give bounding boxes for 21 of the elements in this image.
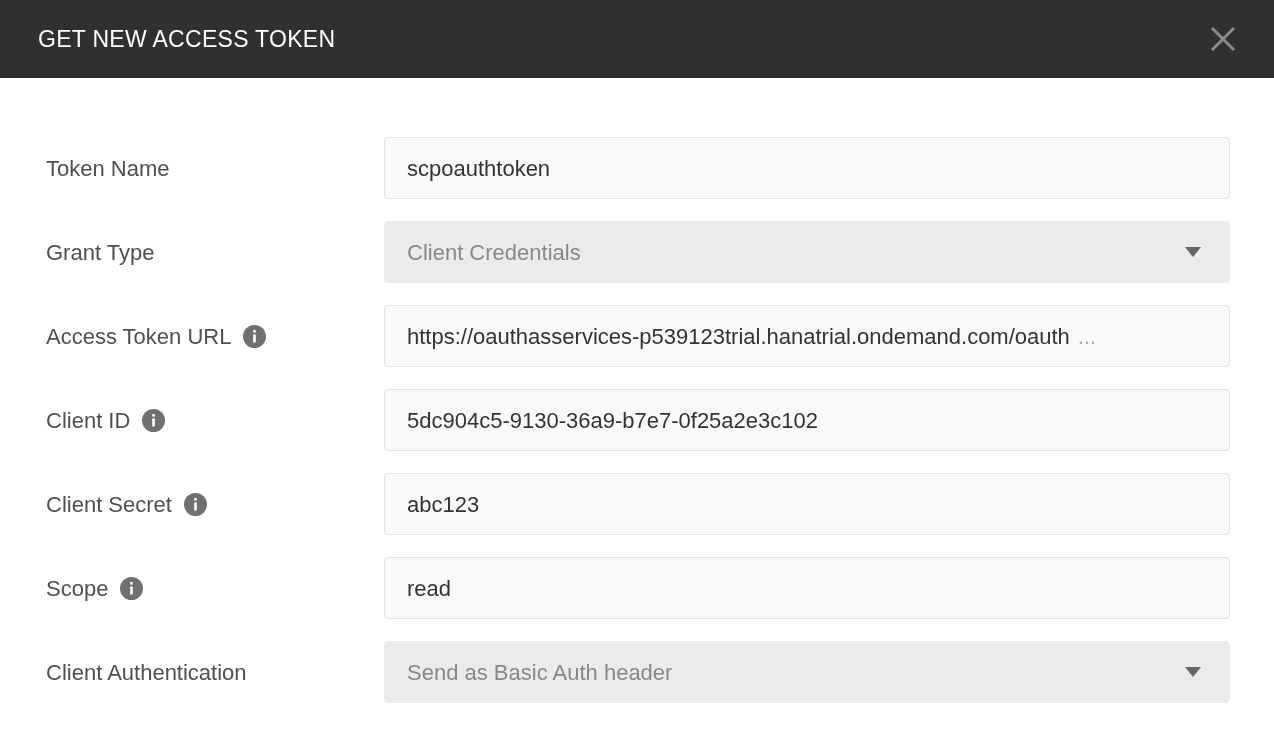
field-label: Token Name xyxy=(46,154,170,183)
field-label: Scope xyxy=(46,574,109,603)
dialog-title: GET NEW ACCESS TOKEN xyxy=(38,24,336,54)
input-field[interactable]: 5dc904c5-9130-36a9-b7e7-0f25a2e3c102 xyxy=(384,389,1230,451)
close-button[interactable] xyxy=(1210,26,1236,52)
field-label: Grant Type xyxy=(46,238,155,267)
caret-icon xyxy=(1185,247,1201,257)
field-label: Client Authentication xyxy=(46,658,247,687)
info-icon[interactable] xyxy=(120,576,144,600)
field-label: Access Token URL xyxy=(46,322,232,351)
info-icon[interactable] xyxy=(183,492,207,516)
field-label: Client ID xyxy=(46,406,131,435)
caret-icon xyxy=(1185,667,1201,677)
field-label: Client Secret xyxy=(46,490,172,519)
input-field[interactable]: https://oauthasservices-p539123trial.hanatrial.ondemand.com/oauth ... xyxy=(384,305,1230,367)
input-field[interactable]: abc123 xyxy=(384,473,1230,535)
input-field[interactable]: read xyxy=(384,557,1230,619)
close-icon xyxy=(1210,26,1236,52)
info-icon[interactable] xyxy=(243,324,267,348)
info-icon[interactable] xyxy=(142,408,166,432)
input-field[interactable]: scpoauthtoken xyxy=(384,137,1230,199)
